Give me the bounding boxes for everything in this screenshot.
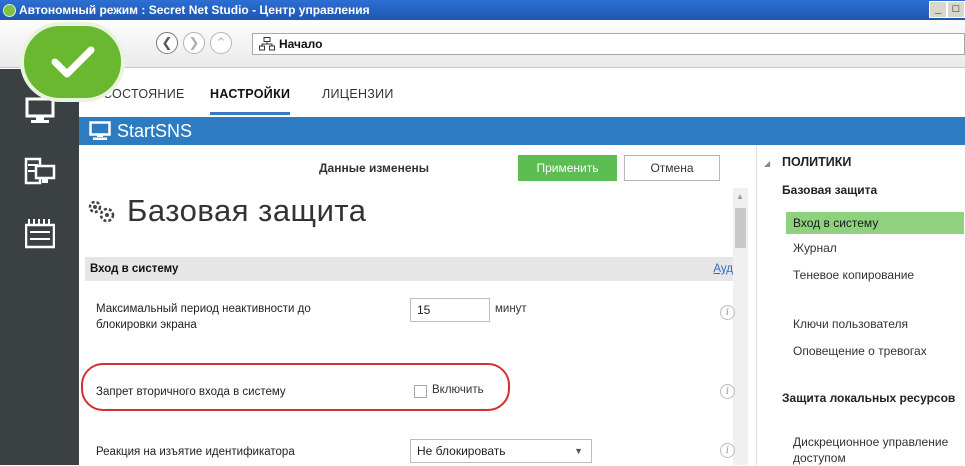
policy-item-alerts[interactable]: Оповещение о тревогах	[786, 343, 964, 359]
select-value: Не блокировать	[417, 444, 506, 458]
gears-icon	[88, 200, 115, 223]
policy-item-discretionary[interactable]: Дискреционное управление доступом	[786, 434, 964, 466]
tabs-bar: СОСТОЯНИЕ НАСТРОЙКИ ЛИЦЕНЗИИ	[79, 69, 965, 117]
address-bar[interactable]: Начало	[252, 33, 965, 55]
apply-button[interactable]: Применить	[518, 155, 617, 181]
sidebar-devices[interactable]	[0, 217, 79, 249]
scroll-thumb[interactable]	[735, 208, 746, 248]
inactivity-period-label: Максимальный период неактивности до блок…	[96, 301, 311, 333]
policy-item-user-keys[interactable]: Ключи пользователя	[786, 316, 964, 332]
window-title-bar: Автономный режим : Secret Net Studio - Ц…	[0, 0, 965, 20]
inactivity-minutes-input[interactable]: 15	[410, 298, 490, 322]
computer-group-icon	[24, 157, 55, 185]
minutes-unit: минут	[495, 303, 527, 315]
forward-arrow-icon[interactable]: ❯	[183, 32, 205, 54]
label-line: Максимальный период неактивности до	[96, 303, 311, 315]
label-line: блокировки экрана	[96, 319, 197, 331]
settings-content: Данные изменены Применить Отмена ▲ Базов…	[79, 145, 754, 465]
info-icon[interactable]: i	[720, 384, 735, 399]
info-icon[interactable]: i	[720, 443, 735, 458]
tab-licenses[interactable]: ЛИЦЕНЗИИ	[322, 87, 394, 101]
computer-banner: StartSNS	[79, 117, 965, 145]
info-icon[interactable]: i	[720, 305, 735, 320]
cancel-button[interactable]: Отмена	[624, 155, 720, 181]
monitor-icon	[25, 97, 54, 123]
network-icon	[259, 37, 275, 51]
collapse-icon[interactable]: ◢	[764, 159, 770, 168]
policy-item-shadow-copy[interactable]: Теневое копирование	[786, 267, 964, 283]
changes-status: Данные изменены	[319, 161, 429, 175]
section-title: Вход в систему	[90, 263, 179, 275]
group-local-resources[interactable]: Защита локальных ресурсов	[782, 390, 957, 407]
vertical-scrollbar[interactable]: ▲	[733, 188, 748, 465]
settings-toolbar: Данные изменены Применить Отмена	[79, 145, 754, 185]
back-arrow-icon[interactable]: ❮	[156, 32, 178, 54]
window-title: Автономный режим : Secret Net Studio - Ц…	[19, 3, 370, 17]
group-basic-protection[interactable]: Базовая защита	[782, 182, 957, 199]
sidebar-groups[interactable]	[0, 157, 79, 187]
hardware-icon	[24, 219, 55, 249]
policies-panel: ◢ ПОЛИТИКИ Базовая защита Вход в систему…	[756, 145, 965, 465]
secondary-login-label: Запрет вторичного входа в систему	[96, 386, 286, 398]
token-removal-label: Реакция на изъятие идентификатора	[96, 446, 295, 458]
address-text: Начало	[279, 37, 323, 51]
page-title: Базовая защита	[85, 193, 366, 229]
tab-settings[interactable]: НАСТРОЙКИ	[210, 87, 291, 115]
section-header-login: Вход в систему Ауд	[85, 257, 733, 281]
policies-header: ПОЛИТИКИ	[782, 155, 852, 169]
scroll-up-icon[interactable]: ▲	[736, 192, 744, 201]
maximize-button[interactable]: □	[947, 1, 965, 18]
policy-item-login[interactable]: Вход в систему	[786, 212, 964, 234]
window-controls: _ □	[929, 1, 965, 18]
navigation-bar: ❮ ❯ ⌃ Начало	[0, 20, 965, 102]
dropdown-arrow-icon: ▼	[574, 446, 583, 456]
enable-checkbox-label[interactable]: Включить	[432, 384, 484, 396]
checkmark-icon	[51, 46, 94, 78]
page-title-text: Базовая защита	[127, 193, 367, 228]
left-sidebar	[0, 69, 79, 465]
token-reaction-select[interactable]: Не блокировать ▼	[410, 439, 592, 463]
monitor-icon	[89, 121, 111, 140]
minimize-button[interactable]: _	[929, 1, 947, 18]
main-check-button[interactable]	[20, 22, 125, 102]
tab-status[interactable]: СОСТОЯНИЕ	[103, 87, 185, 101]
app-icon	[3, 3, 16, 17]
enable-checkbox[interactable]	[414, 385, 427, 398]
up-arrow-icon[interactable]: ⌃	[210, 32, 232, 54]
audit-link[interactable]: Ауд	[713, 257, 733, 281]
computer-name: StartSNS	[117, 120, 193, 141]
policy-item-journal[interactable]: Журнал	[786, 240, 964, 256]
